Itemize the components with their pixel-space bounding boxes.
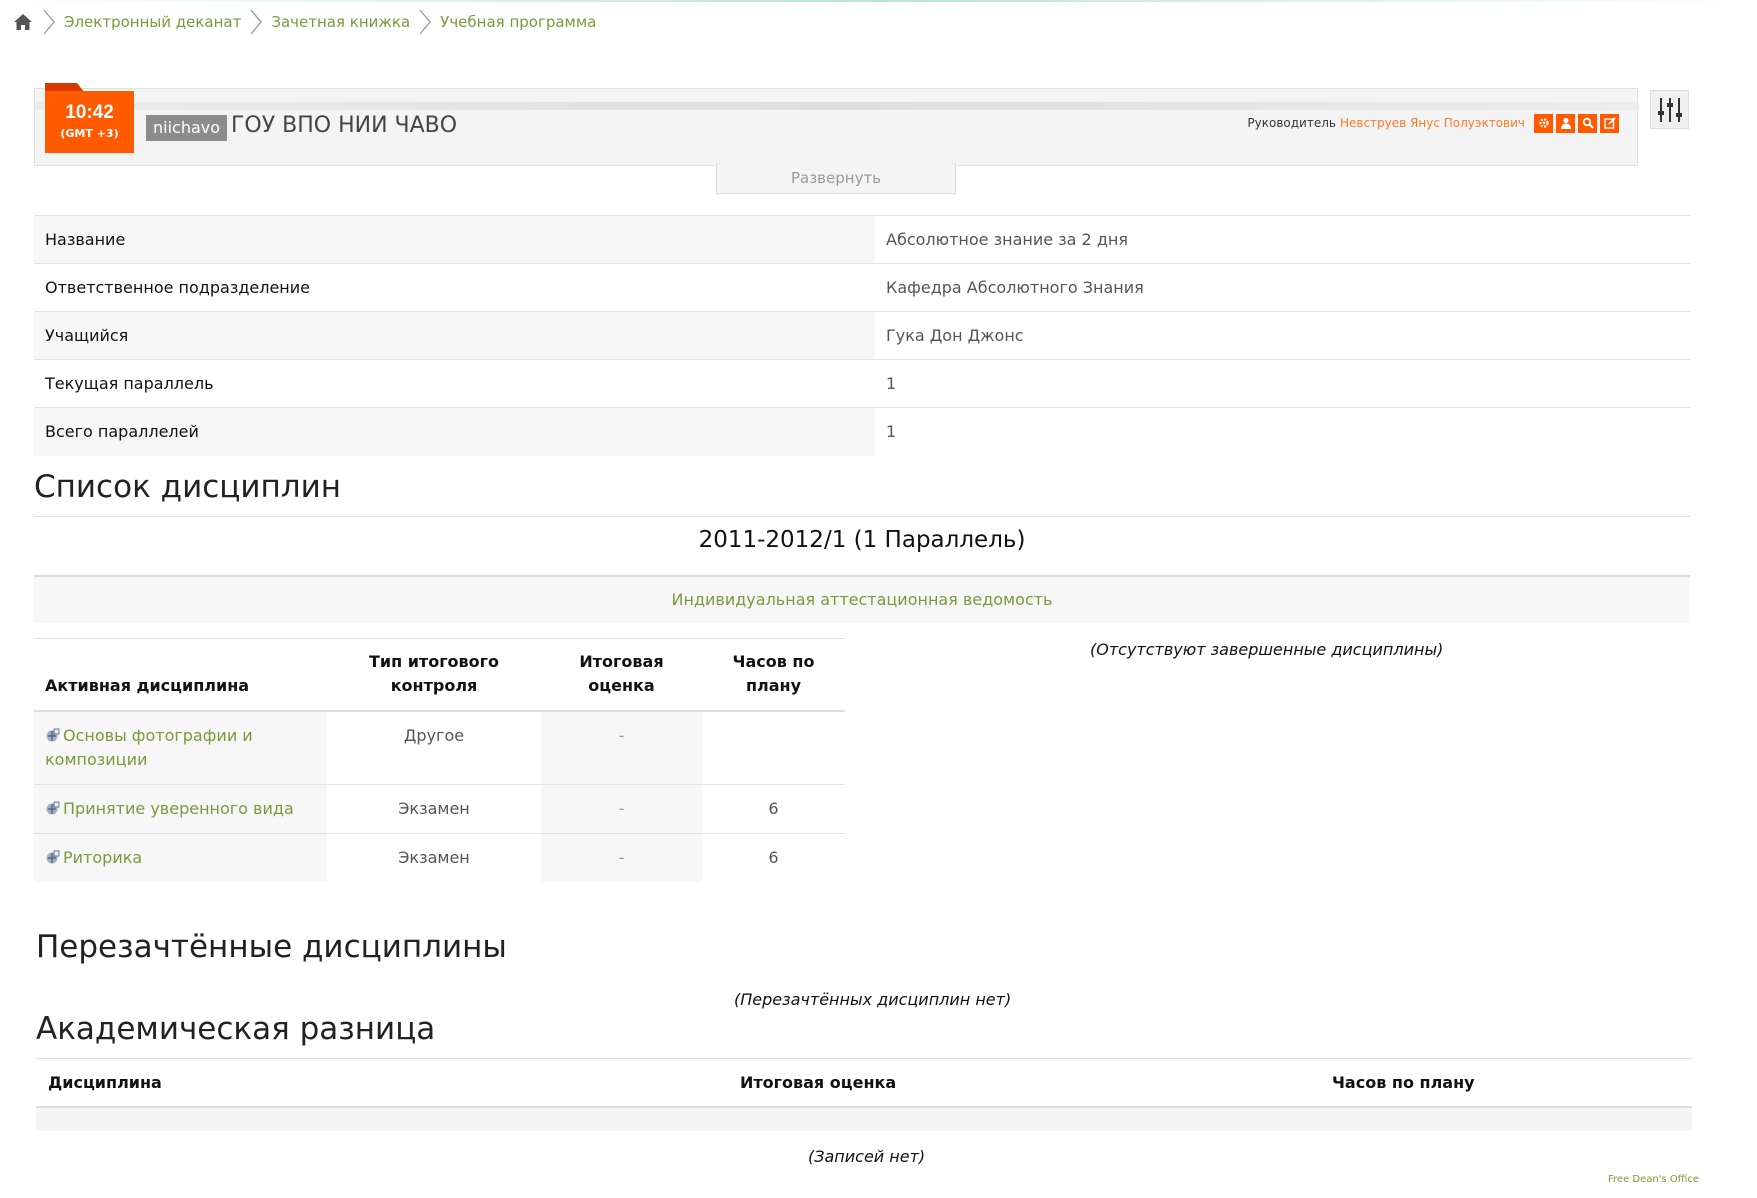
gear-icon[interactable] bbox=[1534, 113, 1553, 133]
column-header: Часов по плану bbox=[732, 651, 815, 695]
table-row: Ответственное подразделение Кафедра Абсо… bbox=[34, 263, 1690, 312]
reattested-heading: Перезачтённые дисциплины bbox=[36, 929, 507, 965]
table-row: Принятие уверенного вида Экзамен - 6 bbox=[34, 784, 845, 833]
top-accent-line bbox=[0, 0, 1757, 2]
info-value: Кафедра Абсолютного Знания bbox=[886, 278, 1144, 297]
panel-bar bbox=[35, 102, 1639, 110]
discipline-link[interactable]: Основы фотографии и композиции bbox=[45, 726, 253, 769]
final-grade: - bbox=[541, 710, 702, 784]
edit-icon[interactable] bbox=[1600, 113, 1619, 133]
chevron-right-icon bbox=[43, 9, 55, 35]
sliders-icon[interactable] bbox=[1650, 90, 1689, 129]
control-type: Другое bbox=[403, 725, 465, 745]
final-grade: - bbox=[541, 833, 702, 882]
user-icon[interactable] bbox=[1556, 113, 1575, 133]
program-info-table: Название Абсолютное знание за 2 дня Отве… bbox=[34, 215, 1690, 456]
column-header: Дисциплина bbox=[48, 1072, 162, 1092]
expand-button[interactable]: Развернуть bbox=[716, 163, 956, 194]
table-header-row: Активная дисциплина Тип итогового контро… bbox=[34, 638, 845, 711]
table-header-row: Дисциплина Итоговая оценка Часов по план… bbox=[36, 1058, 1692, 1107]
vedomost-link[interactable]: Индивидуальная аттестационная ведомость bbox=[34, 575, 1690, 623]
academic-difference-table: Дисциплина Итоговая оценка Часов по план… bbox=[36, 1058, 1692, 1131]
control-type: Экзамен bbox=[398, 847, 470, 867]
org-name: ГОУ ВПО НИИ ЧАВО bbox=[231, 113, 458, 138]
clock-timezone: (GMT +3) bbox=[60, 127, 119, 140]
discipline-cell: Принятие уверенного вида bbox=[34, 784, 327, 833]
info-value: 1 bbox=[875, 407, 1690, 456]
discipline-cell: Основы фотографии и композиции bbox=[34, 710, 327, 784]
period-title: 2011-2012/1 (1 Параллель) bbox=[698, 527, 1026, 553]
planned-hours: 6 bbox=[768, 847, 779, 867]
discipline-link[interactable]: Риторика bbox=[63, 848, 142, 867]
final-grade: - bbox=[541, 784, 702, 833]
planned-hours: 6 bbox=[768, 798, 779, 818]
reattested-empty-note: (Перезачтённых дисциплин нет) bbox=[734, 990, 1012, 1009]
column-header: Тип итогового контроля bbox=[368, 651, 500, 695]
column-header: Активная дисциплина bbox=[45, 675, 250, 695]
control-type: Экзамен bbox=[398, 798, 470, 818]
table-row: Основы фотографии и композиции Другое - bbox=[34, 710, 845, 785]
disciplines-heading: Список дисциплин bbox=[34, 469, 342, 505]
active-disciplines-table: Активная дисциплина Тип итогового контро… bbox=[34, 638, 845, 882]
footer-link[interactable]: Free Dean's Office bbox=[1608, 1174, 1699, 1185]
info-label: Учащийся bbox=[34, 311, 875, 360]
info-label: Всего параллелей bbox=[34, 407, 875, 456]
column-header: Итоговая оценка bbox=[579, 651, 664, 695]
table-row: Всего параллелей 1 bbox=[34, 407, 1690, 456]
org-short-badge: niichavo bbox=[146, 115, 228, 141]
divider bbox=[34, 516, 1690, 517]
column-header: Часов по плану bbox=[1332, 1072, 1475, 1092]
table-row: Название Абсолютное знание за 2 дня bbox=[34, 215, 1690, 264]
home-icon[interactable] bbox=[12, 11, 34, 33]
chevron-right-icon bbox=[250, 9, 263, 35]
header-panel: 10:42 (GMT +3) niichavo ГОУ ВПО НИИ ЧАВО… bbox=[34, 83, 1639, 166]
clock-time: 10:42 bbox=[65, 102, 114, 123]
info-label: Ответственное подразделение bbox=[45, 278, 310, 297]
discipline-icon bbox=[45, 848, 60, 863]
info-value: Гука Дон Джонс bbox=[875, 311, 1690, 360]
table-row: Риторика Экзамен - 6 bbox=[34, 833, 845, 882]
clock-widget: 10:42 (GMT +3) bbox=[45, 91, 134, 153]
academic-difference-heading: Академическая разница bbox=[36, 1011, 436, 1047]
table-row bbox=[36, 1106, 1692, 1131]
info-value: 1 bbox=[886, 374, 897, 393]
discipline-icon bbox=[45, 799, 60, 814]
column-header: Итоговая оценка bbox=[740, 1072, 897, 1092]
academic-empty-note: (Записей нет) bbox=[808, 1147, 926, 1166]
supervisor-block: Руководитель Невструев Янус Полуэктович bbox=[1247, 113, 1619, 133]
breadcrumb: Электронный деканат Зачетная книжка Учеб… bbox=[12, 8, 596, 36]
chevron-right-icon bbox=[419, 9, 432, 35]
info-label: Название bbox=[34, 215, 875, 264]
info-label: Текущая параллель bbox=[45, 374, 214, 393]
no-completed-note: (Отсутствуют завершенные дисциплины) bbox=[1090, 640, 1444, 659]
table-row: Текущая параллель 1 bbox=[34, 359, 1690, 408]
info-value: Абсолютное знание за 2 дня bbox=[875, 215, 1690, 264]
discipline-cell: Риторика bbox=[34, 833, 327, 882]
supervisor-link[interactable]: Невструев Янус Полуэктович bbox=[1340, 116, 1525, 130]
table-row: Учащийся Гука Дон Джонс bbox=[34, 311, 1690, 360]
breadcrumb-link-gradebook[interactable]: Зачетная книжка bbox=[271, 13, 410, 31]
search-icon[interactable] bbox=[1578, 113, 1597, 133]
breadcrumb-link-curriculum[interactable]: Учебная программа bbox=[440, 13, 596, 31]
discipline-icon bbox=[45, 726, 60, 741]
breadcrumb-link-deanery[interactable]: Электронный деканат bbox=[64, 13, 241, 31]
discipline-link[interactable]: Принятие уверенного вида bbox=[63, 799, 294, 818]
supervisor-label: Руководитель bbox=[1247, 116, 1336, 130]
planned-hours bbox=[702, 711, 845, 785]
